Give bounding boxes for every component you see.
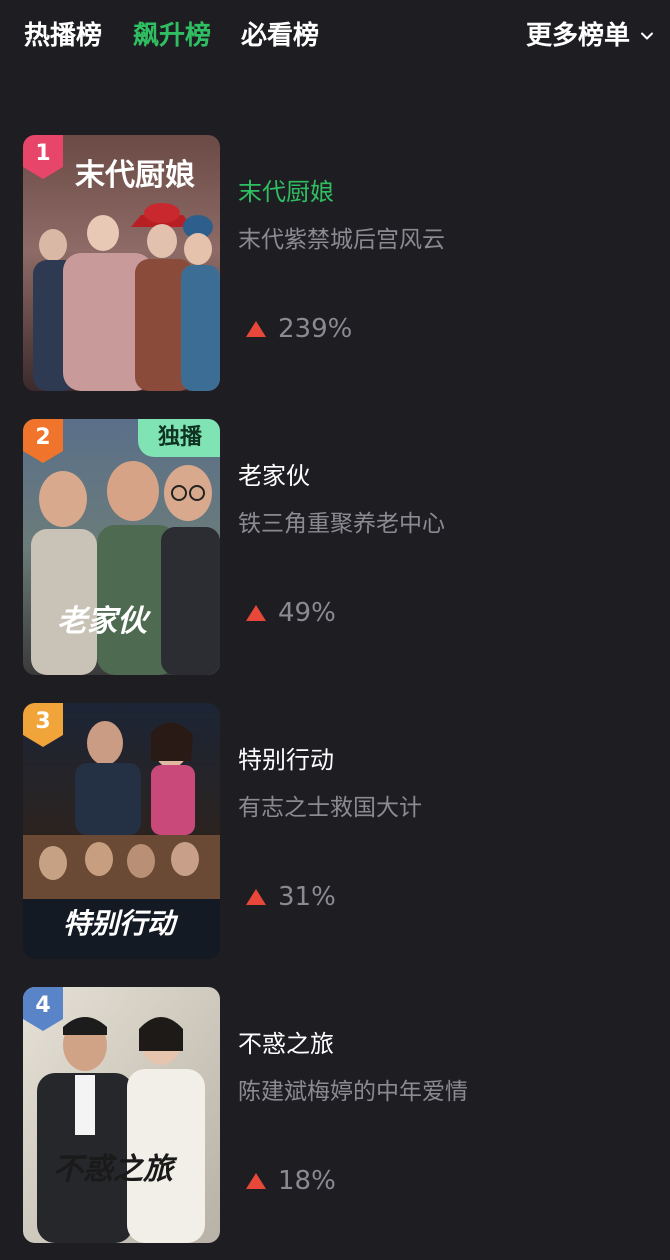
trend-indicator: 18% [244,1163,336,1199]
ranking-tab-bar: 热播榜 飙升榜 必看榜 更多榜单 [0,0,670,76]
item-subtitle: 陈建斌梅婷的中年爱情 [238,1079,468,1105]
rank-badge: 2 [23,419,63,463]
trend-up-icon [246,605,266,621]
trend-value: 49% [278,598,336,628]
trend-value: 239% [278,314,353,344]
exclusive-badge: 独播 [137,419,220,457]
item-title[interactable]: 老家伙 [238,459,310,493]
item-subtitle: 有志之士救国大计 [238,795,422,821]
item-title[interactable]: 不惑之旅 [238,1027,334,1061]
item-subtitle: 铁三角重聚养老中心 [238,511,445,537]
trend-indicator: 239% [244,311,352,347]
poster-image[interactable]: 特别行动 3 [23,703,220,959]
item-subtitle: 末代紫禁城后宫风云 [238,227,445,253]
trend-up-icon [246,889,266,905]
more-rankings-label: 更多榜单 [525,21,630,51]
rank-number: 3 [35,709,51,734]
list-item[interactable]: 老家伙 独播 2 老家伙 铁三角重聚养老中心 49% [0,419,670,675]
trend-up-icon [246,321,266,337]
trend-up-icon [246,1173,266,1189]
tab-hot[interactable]: 热播榜 [24,18,102,54]
tab-rising[interactable]: 飙升榜 [133,18,211,54]
chevron-down-icon [641,32,653,40]
list-item[interactable]: 不惑之旅 4 不惑之旅 陈建斌梅婷的中年爱情 18% [0,987,670,1243]
more-rankings-button[interactable]: 更多榜单 [526,18,654,54]
rank-badge: 1 [23,135,63,179]
item-title[interactable]: 特别行动 [238,743,334,777]
trend-indicator: 49% [244,595,336,631]
poster-title-art: 老家伙 [57,604,152,639]
poster-image[interactable]: 末代厨娘 1 [23,135,220,391]
poster-title-art: 末代厨娘 [75,158,195,193]
poster-title-art: 不惑之旅 [53,1152,178,1187]
rank-number: 2 [35,425,51,450]
list-item[interactable]: 末代厨娘 1 末代厨娘 末代紫禁城后宫风云 239% [0,135,670,391]
rank-number: 4 [35,993,51,1018]
list-item[interactable]: 特别行动 3 特别行动 有志之士救国大计 31% [0,703,670,959]
poster-image[interactable]: 老家伙 独播 2 [23,419,220,675]
rank-number: 1 [35,141,51,166]
rank-badge: 3 [23,703,63,747]
trend-indicator: 31% [244,879,336,915]
poster-image[interactable]: 不惑之旅 4 [23,987,220,1243]
rank-badge: 4 [23,987,63,1031]
item-title[interactable]: 末代厨娘 [238,175,334,209]
tab-must-watch[interactable]: 必看榜 [241,18,319,54]
poster-title-art: 特别行动 [63,907,179,940]
trend-value: 18% [278,1166,336,1196]
trend-value: 31% [278,882,336,912]
